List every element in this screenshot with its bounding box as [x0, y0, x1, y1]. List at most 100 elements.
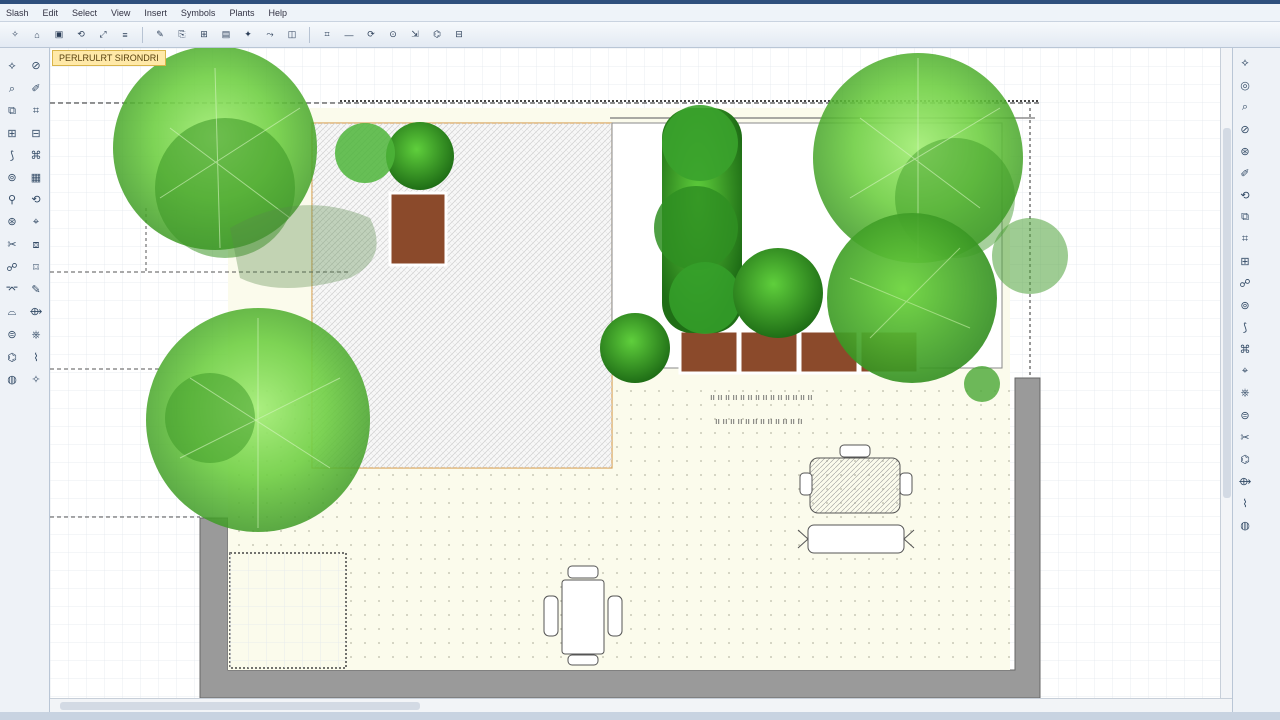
round-shrub	[386, 122, 454, 190]
tool-icon[interactable]: ⧉	[1235, 207, 1255, 227]
tool-icon[interactable]: ⊞	[2, 123, 22, 143]
toolbar-button[interactable]: ⌬	[428, 26, 446, 44]
tool-icon[interactable]: ◍	[1235, 515, 1255, 535]
vertical-scrollbar[interactable]	[1220, 48, 1232, 698]
tool-icon[interactable]: ✂	[2, 234, 22, 254]
tool-icon[interactable]: ⊜	[1235, 405, 1255, 425]
tool-icon[interactable]: ⌘	[1235, 339, 1255, 359]
tool-icon[interactable]: ⟲	[26, 189, 46, 209]
horizontal-scrollbar[interactable]	[50, 698, 1232, 712]
tool-icon[interactable]: ◍	[2, 369, 22, 389]
tool-icon[interactable]: ⊞	[1235, 251, 1255, 271]
round-shrub	[600, 313, 670, 383]
shrub	[669, 262, 741, 334]
toolbar-button[interactable]: ⌂	[28, 26, 46, 44]
tool-icon[interactable]: ⌬	[2, 347, 22, 367]
toolbar-button[interactable]: ⟲	[72, 26, 90, 44]
tool-icon[interactable]: ☍	[2, 257, 22, 277]
tool-icon[interactable]: ⌕	[2, 79, 22, 99]
tool-icon[interactable]: ⌖	[1235, 361, 1255, 381]
tool-icon[interactable]: ⌗	[1235, 229, 1255, 249]
planter-box	[678, 329, 740, 375]
menu-item[interactable]: View	[111, 8, 130, 18]
tool-icon[interactable]: ⊘	[26, 55, 46, 75]
toolbar-button[interactable]: ✎	[151, 26, 169, 44]
tool-icon[interactable]: ⌘	[26, 145, 46, 165]
tool-icon[interactable]: ⊜	[2, 324, 22, 344]
status-bar	[0, 712, 1280, 720]
tool-icon[interactable]: ⚲	[2, 189, 22, 209]
tool-icon[interactable]: ⌇	[26, 347, 46, 367]
toolbar-button[interactable]: ✦	[239, 26, 257, 44]
menu-item[interactable]: Help	[268, 8, 287, 18]
shrub	[654, 186, 738, 270]
scroll-thumb[interactable]	[60, 702, 420, 710]
tool-icon[interactable]: ⧉	[2, 101, 22, 121]
tool-icon[interactable]: ✂	[1235, 427, 1255, 447]
scroll-thumb[interactable]	[1223, 128, 1231, 498]
tool-icon[interactable]: ⟡	[1235, 53, 1255, 73]
toolbar-button[interactable]: ▤	[217, 26, 235, 44]
dimension-annotation: ıı ıı ıı ıı ıı ıı ıı ıı ıı ıı ıı ıı	[715, 416, 803, 426]
toolbar-button[interactable]: ⌗	[318, 26, 336, 44]
main-toolbar: ✧ ⌂ ▣ ⟲ ⤢ ≡ ✎ ⎘ ⊞ ▤ ✦ ⤳ ◫ ⌗ — ⟳ ⊙ ⇲ ⌬ ⊟	[0, 22, 1280, 48]
tool-icon[interactable]: ⌓	[2, 302, 22, 322]
raised-bed-grid	[230, 553, 346, 668]
toolbar-button[interactable]: ▣	[50, 26, 68, 44]
menu-item[interactable]: Select	[72, 8, 97, 18]
toolbar-button[interactable]: ⎘	[173, 26, 191, 44]
menu-item[interactable]: Slash	[6, 8, 29, 18]
tool-icon[interactable]: ⟆	[1235, 317, 1255, 337]
tool-icon[interactable]: ⧈	[26, 235, 46, 255]
toolbar-button[interactable]: ⤳	[261, 26, 279, 44]
right-tool-palette: ⟡◎⌕⊘⊛✐⟲⧉⌗⊞☍⊚⟆⌘⌖⎈⊜✂⌬⟴⌇◍	[1232, 48, 1280, 720]
tool-icon[interactable]: ⌬	[1235, 449, 1255, 469]
menu-item[interactable]: Edit	[43, 8, 59, 18]
toolbar-button[interactable]: ◫	[283, 26, 301, 44]
toolbar-button[interactable]: ⊟	[450, 26, 468, 44]
toolbar-button[interactable]: ⇲	[406, 26, 424, 44]
toolbar-separator	[309, 26, 310, 43]
tool-icon[interactable]: ⎈	[1235, 383, 1255, 403]
toolbar-button[interactable]: ⊞	[195, 26, 213, 44]
shrub	[662, 105, 738, 181]
tool-icon[interactable]: ⌗	[26, 101, 46, 121]
tool-icon[interactable]: ✧	[26, 369, 46, 389]
left-tool-palette: ⟡ ⊘⌕ ✐⧉ ⌗⊞ ⊟⟆ ⌘⊚ ▦⚲ ⟲⊛ ⌖✂ ⧈☍ ⌑⌤ ✎⌓ ⟴⊜ ⎈⌬ ⌇◍ ✧	[0, 48, 50, 720]
tool-icon[interactable]: ⌕	[1235, 97, 1255, 117]
toolbar-button[interactable]: ≡	[116, 26, 134, 44]
tool-icon[interactable]: ⊘	[1235, 119, 1255, 139]
tool-icon[interactable]: ⊟	[26, 123, 46, 143]
tool-icon[interactable]: ⌤	[2, 279, 22, 299]
document-tab[interactable]: PERLRULRT SIRONDRI	[52, 50, 166, 66]
tool-icon[interactable]: ✎	[26, 279, 46, 299]
tool-icon[interactable]: ⊛	[2, 211, 22, 231]
tool-icon[interactable]: ⊚	[1235, 295, 1255, 315]
tool-icon[interactable]: ▦	[26, 167, 46, 187]
dining-table-right[interactable]	[797, 444, 915, 554]
tool-icon[interactable]: ⊛	[1235, 141, 1255, 161]
menu-item[interactable]: Insert	[144, 8, 167, 18]
toolbar-button[interactable]: ⊙	[384, 26, 402, 44]
toolbar-button[interactable]: ⟳	[362, 26, 380, 44]
tool-icon[interactable]: ⌖	[26, 212, 46, 232]
tool-icon[interactable]: ◎	[1235, 75, 1255, 95]
toolbar-button[interactable]: ⤢	[94, 26, 112, 44]
tool-icon[interactable]: ⟲	[1235, 185, 1255, 205]
tool-icon[interactable]: ⊚	[2, 167, 22, 187]
menu-item[interactable]: Plants	[229, 8, 254, 18]
tool-icon[interactable]: ✐	[26, 78, 46, 98]
tool-icon[interactable]: ⎈	[26, 325, 46, 345]
toolbar-button[interactable]: —	[340, 26, 358, 44]
tool-icon[interactable]: ⟆	[2, 145, 22, 165]
tool-icon[interactable]: ⟡	[2, 56, 22, 76]
menu-item[interactable]: Symbols	[181, 8, 216, 18]
tool-icon[interactable]: ⟴	[26, 301, 46, 321]
tool-icon[interactable]: ✐	[1235, 163, 1255, 183]
drawing-canvas[interactable]: ıı ıı ıı ıı ıı ıı ıı ıı ıı ıı ıı ıı ıı ı…	[50, 48, 1220, 698]
tool-icon[interactable]: ⟴	[1235, 471, 1255, 491]
toolbar-button[interactable]: ✧	[6, 26, 24, 44]
tool-icon[interactable]: ⌑	[26, 257, 46, 277]
tool-icon[interactable]: ⌇	[1235, 493, 1255, 513]
tool-icon[interactable]: ☍	[1235, 273, 1255, 293]
